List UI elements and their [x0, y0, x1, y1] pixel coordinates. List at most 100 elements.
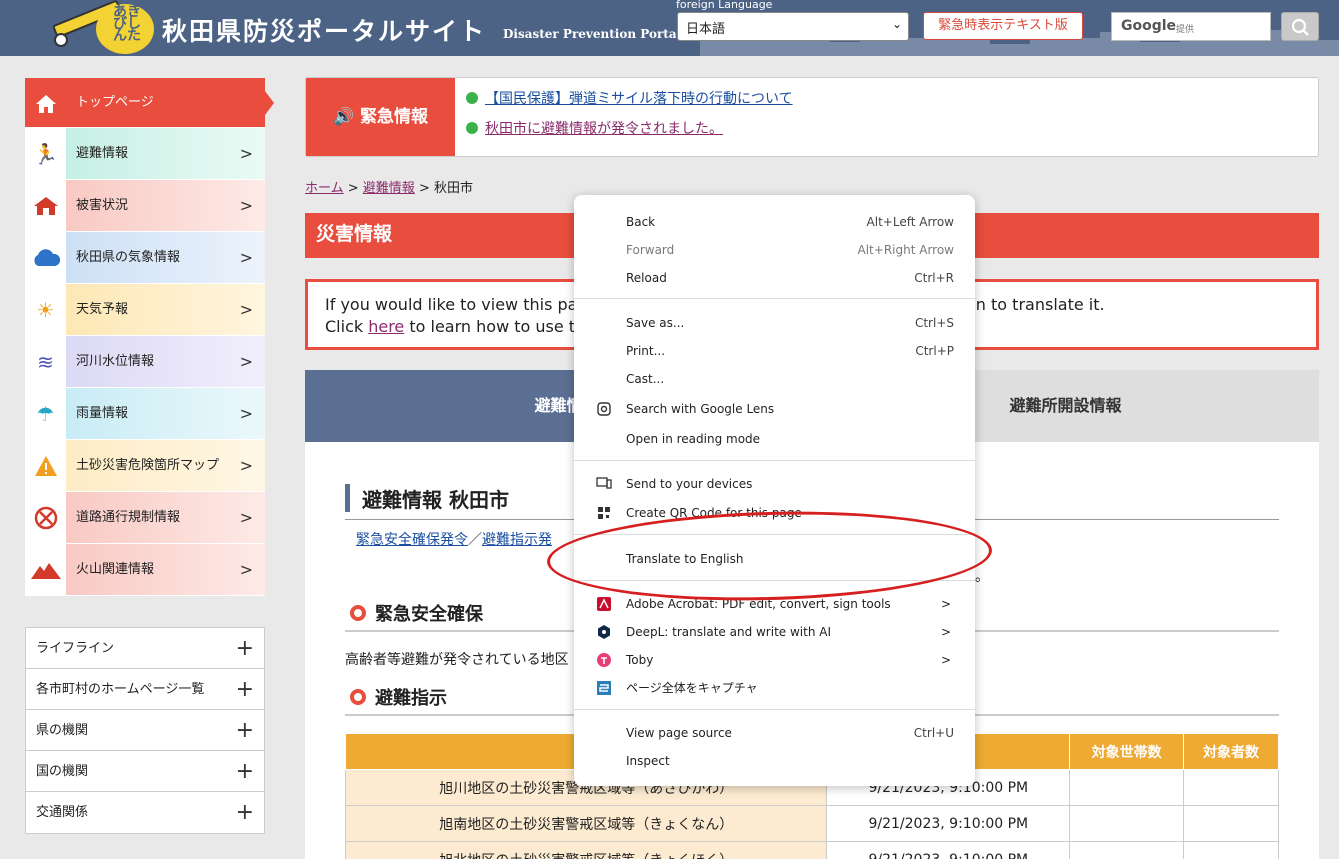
- chevron-right-icon: >: [239, 352, 253, 371]
- chevron-right-icon: >: [239, 560, 253, 579]
- menu-item-back[interactable]: Back Alt+Left Arrow: [574, 209, 975, 235]
- table-cell: [1069, 769, 1185, 806]
- here-link[interactable]: here: [368, 317, 404, 336]
- table-cell: [1069, 841, 1185, 859]
- sidebar-item-rainfall[interactable]: ☂ 雨量情報 >: [25, 388, 265, 440]
- qr-code-icon: [596, 506, 612, 520]
- emergency-text-version-button[interactable]: 緊急時表示テキスト版: [923, 12, 1083, 40]
- plus-icon: +: [235, 800, 254, 825]
- chevron-down-icon: ⌄: [891, 17, 902, 31]
- city-heading-text: 避難情報 秋田市: [362, 488, 509, 512]
- no-entry-icon: [25, 492, 66, 543]
- menu-item-reload[interactable]: Reload Ctrl+R: [574, 265, 975, 291]
- breadcrumb: ホーム > 避難情報 > 秋田市: [305, 177, 473, 196]
- site-title[interactable]: 秋田県防災ポータルサイト: [162, 12, 486, 48]
- menu-item-inspect[interactable]: Inspect: [574, 748, 975, 774]
- sidebar-item-label: 各市町村のホームページ一覧: [36, 682, 205, 697]
- browser-context-menu: Back Alt+Left Arrow Forward Alt+Right Ar…: [574, 195, 975, 786]
- menu-item-reading-mode[interactable]: Open in reading mode: [574, 426, 975, 452]
- google-label: Google: [1121, 18, 1177, 34]
- menu-item-forward[interactable]: Forward Alt+Right Arrow: [574, 237, 975, 263]
- sidebar-item-label: 被害状況: [66, 180, 265, 231]
- table-cell-area: 旭南地区の土砂災害警戒区域等（きょくなん）: [344, 805, 828, 842]
- table-row: 旭南地区の土砂災害警戒区域等（きょくなん） 9/21/2023, 9:10:00…: [344, 805, 1279, 842]
- sidebar-item-top-page[interactable]: トップページ: [25, 78, 274, 129]
- plus-icon: +: [235, 677, 254, 702]
- alert-link-akita-evacuation[interactable]: 秋田市に避難情報が発令されました。: [466, 118, 723, 138]
- site-subtitle: Disaster Prevention Portal site: [503, 27, 676, 41]
- submenu-arrow-icon: >: [940, 597, 951, 611]
- table-cell: [1183, 841, 1279, 859]
- menu-item-capture-page[interactable]: ページ全体をキャプチャ: [574, 675, 975, 701]
- link-emergency-safety[interactable]: 緊急安全確保発令: [356, 532, 468, 548]
- sidebar-item-municipal-pages[interactable]: 各市町村のホームページ一覧 +: [26, 669, 264, 710]
- emergency-label: 🔊 緊急情報: [306, 78, 455, 156]
- menu-item-send-to-devices[interactable]: Send to your devices: [574, 471, 975, 497]
- language-select[interactable]: 日本語 ⌄: [677, 12, 909, 41]
- umbrella-icon: ☂: [25, 388, 66, 439]
- sidebar-item-weather-info[interactable]: 秋田県の気象情報 >: [25, 232, 265, 284]
- column-header: 対象者数: [1183, 733, 1279, 770]
- sidebar-item-volcano[interactable]: 火山関連情報 >: [25, 544, 265, 596]
- sidebar-item-landslide-map[interactable]: 土砂災害危険箇所マップ >: [25, 440, 265, 492]
- sidebar-item-national-agencies[interactable]: 国の機関 +: [26, 751, 264, 792]
- search-button[interactable]: [1281, 12, 1319, 41]
- chevron-right-icon: >: [239, 196, 253, 215]
- sidebar-item-label: 河川水位情報: [66, 336, 265, 387]
- logo-pencil-tip: [54, 33, 68, 47]
- speaker-icon: 🔊: [332, 107, 361, 127]
- table-cell: [1069, 805, 1185, 842]
- sidebar-item-label: 土砂災害危険箇所マップ: [66, 440, 265, 491]
- cloud-icon: [25, 232, 66, 283]
- sidebar-item-damage[interactable]: 被害状況 >: [25, 180, 265, 232]
- language-label: foreign Language: [676, 0, 773, 11]
- sidebar-item-prefectural-agencies[interactable]: 県の機関 +: [26, 710, 264, 751]
- link-evacuation-order[interactable]: 避難指示発: [482, 532, 552, 548]
- sidebar-item-label: 雨量情報: [66, 388, 265, 439]
- table-cell-area: 旭北地区の土砂災害警戒区域等（きょくほく）: [344, 841, 828, 859]
- emergency-alert-box: 🔊 緊急情報 【国民保護】弾道ミサイル落下時の行動について 秋田市に避難情報が発…: [305, 77, 1319, 157]
- sun-icon: ☀: [25, 284, 66, 335]
- breadcrumb-home-link[interactable]: ホーム: [305, 181, 344, 196]
- chevron-right-icon: >: [239, 508, 253, 527]
- menu-item-qr-code[interactable]: Create QR Code for this page: [574, 500, 975, 526]
- home-icon: [25, 78, 66, 129]
- menu-item-save-as[interactable]: Save as... Ctrl+S: [574, 310, 975, 336]
- menu-item-view-source[interactable]: View page source Ctrl+U: [574, 720, 975, 746]
- toby-icon: [596, 653, 612, 667]
- sidebar-item-forecast[interactable]: ☀ 天気予報 >: [25, 284, 265, 336]
- ring-bullet-icon: [350, 605, 366, 621]
- sidebar-item-road-restrictions[interactable]: 道路通行規制情報 >: [25, 492, 265, 544]
- breadcrumb-evacuation-link[interactable]: 避難情報: [363, 181, 415, 196]
- menu-separator: [574, 580, 975, 581]
- menu-item-google-lens[interactable]: Search with Google Lens: [574, 396, 975, 422]
- menu-item-print[interactable]: Print... Ctrl+P: [574, 338, 975, 364]
- damaged-house-icon: [25, 180, 66, 231]
- sidebar-nav: トップページ 🏃 避難情報 > 被害状況 > 秋田県の気象情報 > ☀ 天気予報…: [25, 78, 274, 596]
- sidebar-item-label: 避難情報: [66, 128, 265, 179]
- volcano-icon: [25, 544, 66, 595]
- text-fragment: 。: [975, 569, 989, 585]
- ring-bullet-icon: [350, 689, 366, 705]
- alert-link-missile[interactable]: 【国民保護】弾道ミサイル落下時の行動について: [466, 88, 793, 108]
- logo-text: あきびしんた: [113, 4, 141, 44]
- sidebar-item-transportation[interactable]: 交通関係 +: [26, 792, 264, 833]
- menu-item-adobe-acrobat[interactable]: Adobe Acrobat: PDF edit, convert, sign t…: [574, 591, 975, 617]
- sidebar-item-lifeline[interactable]: ライフライン +: [26, 628, 264, 669]
- sidebar-item-river-level[interactable]: ≋ 河川水位情報 >: [25, 336, 265, 388]
- table-cell: [1183, 805, 1279, 842]
- warning-icon: [25, 440, 66, 491]
- bullet-icon: [466, 122, 478, 134]
- menu-item-deepl[interactable]: DeepL: translate and write with AI >: [574, 619, 975, 645]
- breadcrumb-separator: >: [418, 181, 434, 196]
- sidebar-item-label: 県の機関: [36, 723, 89, 738]
- menu-item-toby[interactable]: Toby >: [574, 647, 975, 673]
- google-search-input[interactable]: Google 提供: [1111, 12, 1271, 41]
- breadcrumb-current: 秋田市: [433, 181, 473, 196]
- sidebar-secondary-list: ライフライン + 各市町村のホームページ一覧 + 県の機関 + 国の機関 + 交…: [25, 627, 265, 834]
- menu-item-translate[interactable]: Translate to English: [574, 546, 975, 572]
- menu-item-cast[interactable]: Cast...: [574, 366, 975, 392]
- sidebar-item-evacuation[interactable]: 🏃 避難情報 >: [25, 128, 265, 180]
- plus-icon: +: [235, 636, 254, 661]
- search-icon: [1291, 18, 1309, 36]
